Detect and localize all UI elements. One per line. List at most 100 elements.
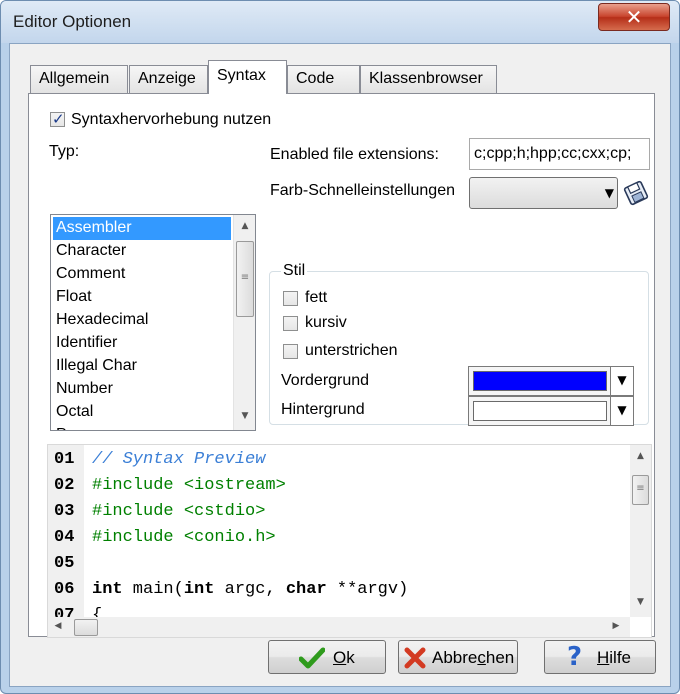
quick-settings-select[interactable]: ▼ <box>469 177 618 209</box>
code-token: argc, <box>214 580 286 599</box>
use-highlighting-checkbox[interactable] <box>50 110 65 128</box>
scroll-up-icon[interactable]: ▲ <box>234 221 255 231</box>
bold-label: fett <box>305 289 328 306</box>
list-item[interactable]: Character <box>53 240 231 263</box>
type-list-scrollbar[interactable]: ▲ ≡ ▼ <box>233 215 255 430</box>
dropdown-arrow-icon[interactable]: ▼ <box>610 367 633 395</box>
dropdown-arrow-icon: ▼ <box>604 186 614 200</box>
tab-allgemein[interactable]: Allgemein <box>30 65 128 93</box>
code-text: #include <iostream> <box>92 476 286 495</box>
list-item[interactable]: Illegal Char <box>53 355 231 378</box>
bold-checkbox[interactable] <box>283 291 298 306</box>
title-bar[interactable]: Editor Optionen ✕ <box>1 1 679 43</box>
line-number: 02 <box>54 476 75 495</box>
italic-checkbox[interactable] <box>283 316 298 331</box>
preview-vertical-scrollbar[interactable]: ▲ ≡ ▼ <box>630 445 651 617</box>
code-text: // Syntax Preview <box>92 450 266 469</box>
tab-code[interactable]: Code <box>287 65 360 93</box>
ok-mnemonic: O <box>333 648 347 667</box>
list-item[interactable]: P <box>53 424 231 430</box>
list-item[interactable]: Float <box>53 286 231 309</box>
dropdown-arrow-icon[interactable]: ▼ <box>610 397 633 425</box>
editor-options-window: Editor Optionen ✕ Allgemein Anzeige Synt… <box>0 0 680 694</box>
tab-anzeige[interactable]: Anzeige <box>129 65 208 93</box>
type-label: Typ: <box>49 143 80 160</box>
code-text: int main(int argc, char **argv) <box>92 577 408 603</box>
preview-horizontal-scrollbar[interactable]: ◀ ▶ <box>48 617 630 637</box>
line-number: 04 <box>54 528 75 547</box>
code-token: int <box>183 580 215 599</box>
cancel-mnemonic: c <box>477 648 486 667</box>
type-listbox[interactable]: Assembler Character Comment Float Hexade… <box>50 214 256 431</box>
italic-label: kursiv <box>305 314 347 331</box>
background-color-picker[interactable]: ▼ <box>468 396 634 426</box>
scroll-down-icon[interactable]: ▼ <box>234 411 255 421</box>
x-icon <box>404 647 426 669</box>
cancel-label-rest: hen <box>485 648 515 667</box>
background-swatch <box>473 401 607 421</box>
ok-label-rest: k <box>346 648 355 667</box>
tab-klassenbrowser[interactable]: Klassenbrowser <box>360 65 497 93</box>
help-mnemonic: H <box>597 648 610 667</box>
foreground-swatch <box>473 371 607 391</box>
foreground-label: Vordergrund <box>281 372 370 389</box>
code-text: #include <cstdio> <box>92 502 266 521</box>
grip-icon: ≡ <box>240 272 250 283</box>
list-item[interactable]: Comment <box>53 263 231 286</box>
syntax-tab-panel: Syntaxhervorhebung nutzen Typ: Assembler… <box>28 93 655 638</box>
save-scheme-button[interactable] <box>623 180 649 206</box>
code-token: int <box>92 580 123 599</box>
list-item[interactable]: Octal <box>53 401 231 424</box>
list-item[interactable]: Hexadecimal <box>53 309 231 332</box>
line-number: 05 <box>54 554 75 573</box>
list-item[interactable]: Number <box>53 378 231 401</box>
cancel-label-prefix: Abbre <box>432 648 478 667</box>
background-label: Hintergrund <box>281 401 365 418</box>
underline-checkbox[interactable] <box>283 344 298 359</box>
use-highlighting-label: Syntaxhervorhebung nutzen <box>71 111 272 128</box>
scroll-left-icon[interactable]: ◀ <box>52 621 64 631</box>
tab-label: Klassenbrowser <box>369 70 483 87</box>
line-number: 03 <box>54 502 75 521</box>
floppy-disk-icon <box>623 180 649 206</box>
line-number: 06 <box>54 580 75 599</box>
cancel-button[interactable]: Abbrechen <box>398 640 518 674</box>
tab-label: Allgemein <box>39 70 110 87</box>
list-item[interactable]: Assembler <box>53 217 231 240</box>
syntax-preview-editor[interactable]: 01 // Syntax Preview 02 #include <iostream>… <box>47 444 652 638</box>
grip-icon: ≡ <box>636 483 645 494</box>
code-token: char <box>285 580 327 599</box>
extensions-input[interactable]: c;cpp;h;hpp;cc;cxx;cp; <box>469 138 650 170</box>
scroll-down-icon[interactable]: ▼ <box>630 597 651 607</box>
scroll-right-icon[interactable]: ▶ <box>610 621 622 631</box>
help-label-rest: ilfe <box>609 648 632 667</box>
cancel-label: Abbrechen <box>432 648 514 668</box>
tab-label: Code <box>296 70 335 87</box>
tab-syntax[interactable]: Syntax <box>208 60 287 94</box>
extensions-label: Enabled file extensions: <box>270 146 439 163</box>
dialog-client: Allgemein Anzeige Syntax Code Klassenbro… <box>9 43 671 687</box>
close-button[interactable]: ✕ <box>598 3 670 31</box>
question-icon: ? <box>567 642 583 672</box>
scroll-thumb[interactable] <box>74 619 98 636</box>
line-number: 01 <box>54 450 75 469</box>
help-button[interactable]: ? Hilfe <box>544 640 656 674</box>
code-token: **argv) <box>326 580 409 599</box>
underline-label: unterstrichen <box>305 342 398 359</box>
tab-label: Syntax <box>217 67 266 84</box>
scroll-up-icon[interactable]: ▲ <box>630 451 651 461</box>
code-text: #include <conio.h> <box>92 528 276 547</box>
list-item[interactable]: Identifier <box>53 332 231 355</box>
ok-label: Ok <box>333 648 355 668</box>
window-title: Editor Optionen <box>13 12 132 31</box>
scroll-thumb[interactable]: ≡ <box>632 475 649 505</box>
help-label: Hilfe <box>597 648 631 668</box>
style-group-label: Stil <box>281 262 308 280</box>
code-token: main( <box>122 580 184 599</box>
check-icon <box>299 647 325 669</box>
scroll-thumb[interactable]: ≡ <box>236 241 254 317</box>
tab-label: Anzeige <box>138 70 196 87</box>
ok-button[interactable]: Ok <box>268 640 386 674</box>
quick-settings-label: Farb-Schnelleinstellungen <box>270 182 455 199</box>
foreground-color-picker[interactable]: ▼ <box>468 366 634 396</box>
